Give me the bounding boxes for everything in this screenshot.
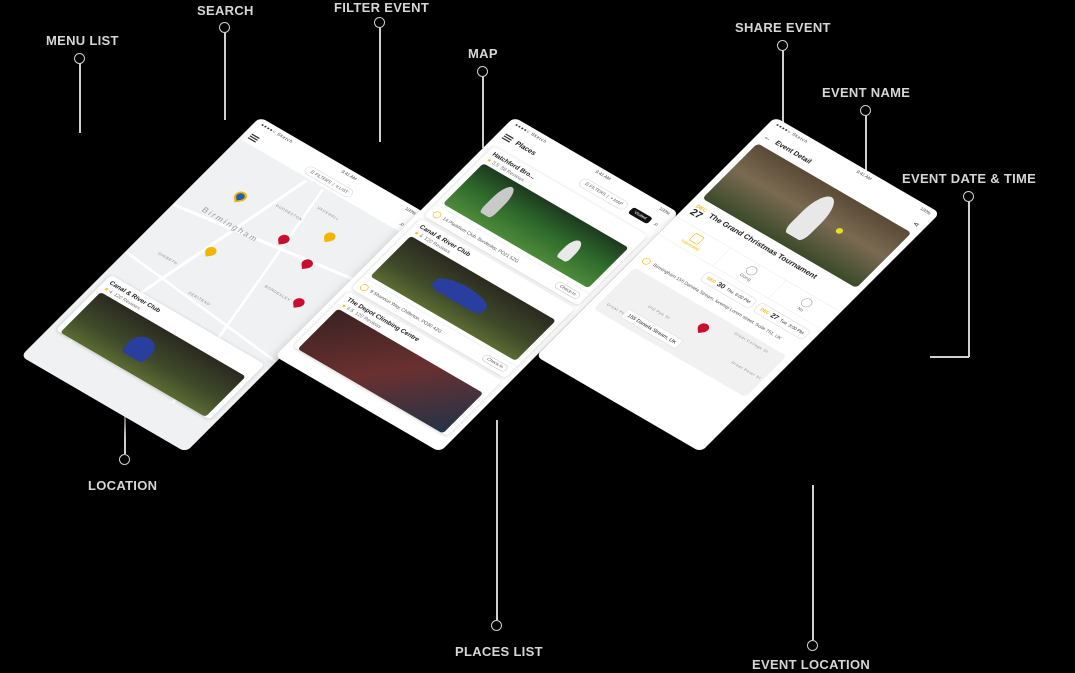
event-map-pin (697, 322, 710, 334)
callout-event-date-time-line (968, 201, 970, 357)
photo-ball (834, 227, 845, 235)
photo-batter (783, 191, 842, 242)
photo-golfer (478, 183, 519, 219)
map-pin-yellow[interactable] (323, 231, 336, 243)
back-arrow-icon[interactable]: ← (762, 133, 775, 143)
map-street-label: Great Peter St (730, 360, 762, 381)
map-district-label: DIGBETH (156, 252, 179, 266)
photo-golf-bag (555, 237, 586, 263)
callout-map: MAP (468, 46, 498, 61)
share-icon[interactable]: ⋖ (911, 220, 922, 228)
callout-location-dot (119, 454, 130, 465)
callout-search-line (224, 32, 226, 120)
map-district-label: VAUXHALL (315, 206, 340, 222)
callout-event-date-time-hline (930, 356, 969, 358)
slot-time: 3:00 PM (787, 323, 805, 336)
callout-event-location-dot (807, 640, 818, 651)
slot-weekday: Thu (724, 287, 735, 295)
slot-weekday: Tue (778, 318, 789, 326)
filters-label: FILTERS (588, 184, 607, 197)
list-label: LIST (337, 186, 349, 195)
map-city-label: Birmingham (199, 205, 262, 244)
map-pin-red[interactable] (277, 234, 291, 245)
callout-places-list-line (496, 420, 498, 620)
visited-toggle[interactable]: Visited (627, 206, 654, 224)
callout-share-event: SHARE EVENT (735, 20, 831, 35)
map-street-label: Old Pye St (646, 305, 671, 321)
callout-share-event-line (782, 50, 784, 130)
callout-filter-event: FILTER EVENT (334, 0, 430, 15)
callout-menu-list: MENU LIST (46, 33, 119, 48)
callout-event-name: EVENT NAME (822, 85, 911, 100)
callout-places-list-dot (491, 620, 502, 631)
callout-places-list: PLACES LIST (455, 644, 543, 659)
location-pin-icon (358, 282, 371, 292)
map-label: MAP (612, 198, 624, 207)
slot-time: 6:00 PM (733, 292, 752, 305)
location-pin-icon (431, 209, 444, 220)
map-district-label: DUDDESTON (274, 204, 304, 222)
menu-icon[interactable] (501, 133, 514, 143)
map-pin-yellow[interactable] (204, 246, 218, 257)
callout-map-line (482, 76, 484, 148)
map-pin-current[interactable] (233, 190, 248, 203)
slot-month: DEC (705, 276, 718, 285)
event-date: DEC 27 (687, 204, 708, 221)
slot-month: DEC (759, 307, 771, 316)
callout-event-date-time: EVENT DATE & TIME (902, 171, 1037, 186)
callout-search: SEARCH (197, 3, 254, 18)
callout-filter-event-line (379, 27, 381, 142)
map-pin-red[interactable] (292, 297, 306, 308)
event-map-address: 155 Daniela Stream, UK (620, 308, 684, 350)
map-place-card[interactable]: Canal & River Club ★ 4 120 Reviews (55, 274, 265, 420)
photo-player (120, 332, 161, 364)
callout-menu-list-line (79, 63, 81, 133)
callout-location: LOCATION (88, 478, 158, 493)
menu-icon[interactable] (247, 133, 260, 143)
photo-player (429, 273, 493, 316)
map-pin-red[interactable] (300, 258, 314, 270)
rsvp-no-label: No (796, 306, 805, 313)
callout-event-location: EVENT LOCATION (752, 657, 871, 672)
map-district-label: BORDESLEY (263, 284, 292, 303)
location-pin-icon (640, 256, 653, 266)
callout-event-location-line (812, 485, 814, 640)
search-icon[interactable]: ⌕ (651, 220, 661, 228)
